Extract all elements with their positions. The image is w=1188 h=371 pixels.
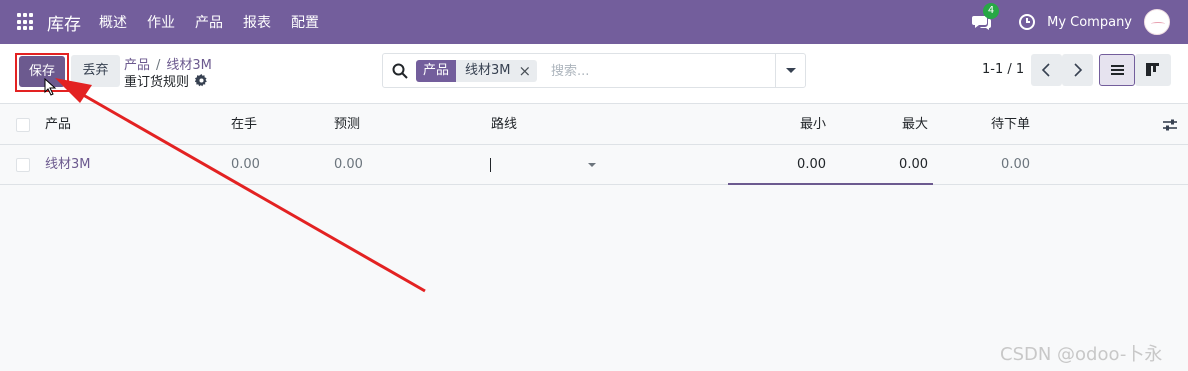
text-caret (490, 158, 491, 172)
menu-item-products[interactable]: 产品 (185, 12, 233, 32)
column-header-on-hand[interactable]: 在手 (231, 105, 257, 145)
chat-badge: 4 (983, 3, 1000, 19)
search-icon (392, 63, 408, 79)
kanban-view-button[interactable] (1135, 54, 1171, 86)
watermark: CSDN @odoo-卜永 (1000, 344, 1163, 365)
gear-icon[interactable] (195, 74, 208, 87)
column-header-forecast[interactable]: 预测 (334, 105, 360, 145)
app-name[interactable]: 库存 (47, 10, 81, 35)
search-bar: 产品 线材3M × (382, 53, 806, 88)
list-view-button[interactable] (1099, 54, 1135, 86)
column-header-min[interactable]: 最小 (760, 105, 826, 145)
company-switcher[interactable]: My Company (1047, 15, 1132, 30)
chevron-left-icon (1041, 63, 1050, 77)
list-view-icon (1111, 65, 1124, 75)
search-input[interactable] (551, 62, 761, 80)
column-header-product[interactable]: 产品 (45, 105, 71, 145)
search-facet-label: 产品 (416, 60, 457, 82)
page-title-text: 重订货规则 (124, 75, 190, 90)
column-header-to-order[interactable]: 待下单 (960, 105, 1030, 145)
kanban-view-icon (1146, 63, 1159, 76)
row-min-input[interactable]: 0.00 (760, 145, 826, 185)
mouse-pointer-icon (44, 78, 57, 96)
column-header-route[interactable]: 路线 (491, 105, 517, 145)
top-navbar: 库存 概述 作业 产品 报表 配置 4 My Company (0, 0, 1188, 44)
search-facet: 产品 线材3M × (416, 60, 538, 82)
navbar-systray: 4 My Company (972, 0, 1188, 44)
chat-icon[interactable]: 4 (972, 3, 1000, 32)
route-select[interactable] (490, 156, 600, 174)
save-button-highlight (15, 53, 69, 92)
search-options-toggle[interactable] (775, 54, 805, 87)
menu-item-operations[interactable]: 作业 (137, 12, 185, 32)
discard-button[interactable]: 丢弃 (71, 55, 120, 87)
field-focus-underline (728, 183, 933, 185)
control-panel: 保存 丢弃 产品/线材3M 重订货规则 产品 线材3M × 1-1 / 1 (0, 44, 1188, 104)
column-header-max[interactable]: 最大 (860, 105, 928, 145)
menu-item-reporting[interactable]: 报表 (233, 12, 281, 32)
menu-item-overview[interactable]: 概述 (89, 12, 137, 32)
table-row[interactable]: 线材3M 0.00 0.00 0.00 0.00 0.00 (0, 145, 1188, 185)
row-to-order: 0.00 (1001, 157, 1030, 172)
pager-previous-button[interactable] (1031, 54, 1062, 86)
column-settings-icon[interactable] (1162, 117, 1178, 133)
user-avatar[interactable] (1144, 9, 1170, 35)
search-facet-value-text: 线材3M (465, 63, 511, 78)
select-all-checkbox[interactable] (16, 118, 30, 132)
row-on-hand: 0.00 (231, 157, 260, 172)
row-max-input[interactable]: 0.00 (860, 145, 928, 185)
row-product[interactable]: 线材3M (45, 145, 91, 185)
table-header: 产品 在手 预测 路线 最小 最大 待下单 (0, 105, 1188, 145)
close-icon[interactable]: × (519, 60, 532, 82)
apps-menu-icon[interactable] (17, 13, 35, 31)
clock-icon[interactable] (1018, 13, 1036, 31)
page-title: 重订货规则 (124, 71, 208, 90)
pager-value[interactable]: 1-1 / 1 (982, 62, 1024, 77)
search-facet-value: 线材3M × (456, 60, 538, 82)
row-forecast: 0.00 (334, 157, 363, 172)
pager-next-button[interactable] (1062, 54, 1093, 86)
chevron-right-icon (1074, 63, 1083, 77)
row-checkbox[interactable] (16, 158, 30, 172)
menu-item-configuration[interactable]: 配置 (281, 12, 329, 32)
chevron-down-icon[interactable] (588, 163, 596, 167)
